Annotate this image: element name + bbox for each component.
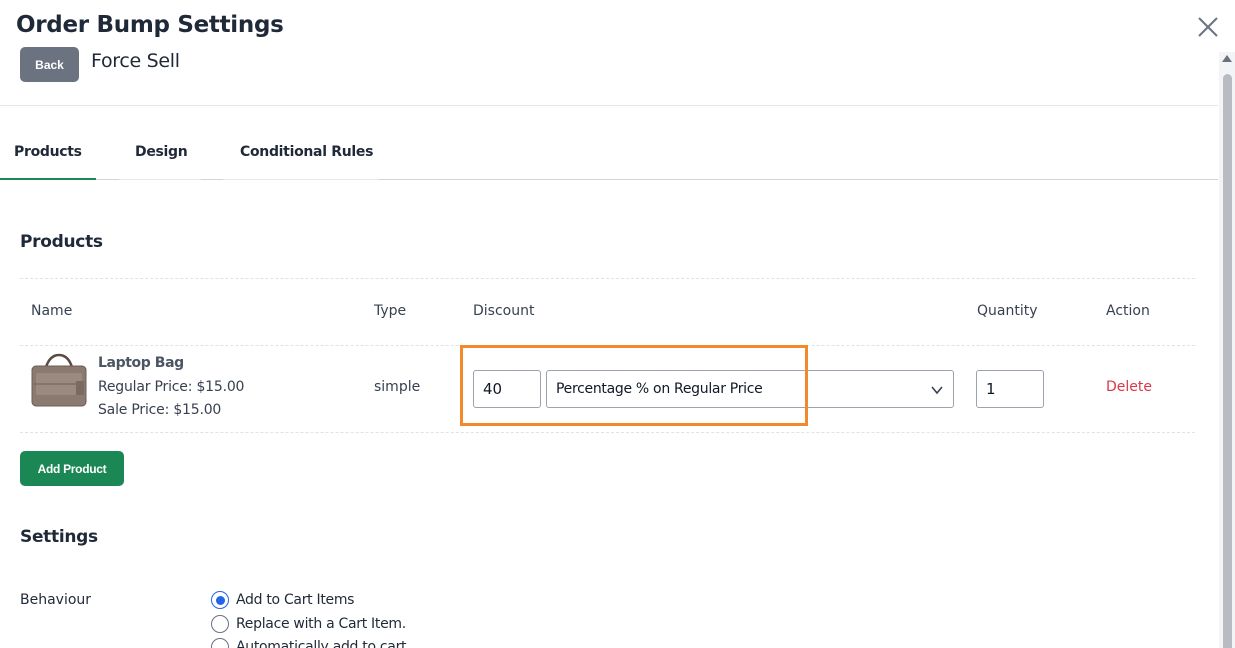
column-header-name: Name (31, 303, 73, 319)
product-type: simple (374, 379, 421, 395)
behaviour-option-replace[interactable]: Replace with a Cart Item. (211, 615, 406, 633)
table-divider (20, 345, 1195, 346)
radio-button[interactable] (211, 638, 229, 648)
radio-label: Automatically add to cart (236, 639, 407, 648)
page-title: Order Bump Settings (16, 12, 284, 38)
radio-button[interactable] (211, 615, 229, 633)
radio-button[interactable] (211, 591, 229, 609)
discount-type-value: Percentage % on Regular Price (556, 381, 763, 397)
scrollbar-thumb[interactable] (1223, 74, 1232, 648)
product-sale-price: Sale Price: $15.00 (98, 402, 222, 418)
scroll-up-icon[interactable] (1222, 55, 1232, 62)
add-product-button[interactable]: Add Product (20, 451, 124, 486)
product-thumbnail (31, 353, 87, 407)
settings-tabs: Products Design Conditional Rules (0, 135, 1218, 180)
products-section-title: Products (20, 232, 103, 252)
column-header-type: Type (374, 303, 407, 319)
column-header-action: Action (1106, 303, 1150, 319)
back-button[interactable]: Back (20, 47, 79, 82)
chevron-down-icon (931, 386, 943, 395)
header-divider (0, 105, 1218, 106)
behaviour-option-auto-add[interactable]: Automatically add to cart (211, 638, 407, 648)
vertical-scrollbar[interactable] (1219, 52, 1235, 648)
close-icon[interactable] (1195, 14, 1221, 40)
behaviour-option-add-to-cart[interactable]: Add to Cart Items (211, 591, 354, 609)
discount-value-input[interactable]: 40 (473, 370, 541, 408)
discount-type-select[interactable]: Percentage % on Regular Price (546, 370, 954, 408)
delete-product-link[interactable]: Delete (1106, 379, 1152, 395)
behaviour-label: Behaviour (20, 592, 92, 608)
column-header-discount: Discount (473, 303, 535, 319)
table-divider (20, 278, 1195, 279)
tab-design[interactable]: Design (119, 135, 201, 180)
order-bump-name: Force Sell (91, 50, 180, 72)
quantity-input[interactable]: 1 (976, 370, 1044, 408)
tab-products[interactable]: Products (0, 135, 96, 180)
product-regular-price: Regular Price: $15.00 (98, 379, 245, 395)
radio-label: Add to Cart Items (236, 592, 355, 608)
radio-label: Replace with a Cart Item. (236, 616, 406, 632)
settings-section-title: Settings (20, 527, 98, 547)
table-divider (20, 432, 1195, 433)
product-name: Laptop Bag (98, 355, 184, 371)
tab-conditional-rules[interactable]: Conditional Rules (223, 135, 379, 180)
column-header-quantity: Quantity (977, 303, 1038, 319)
